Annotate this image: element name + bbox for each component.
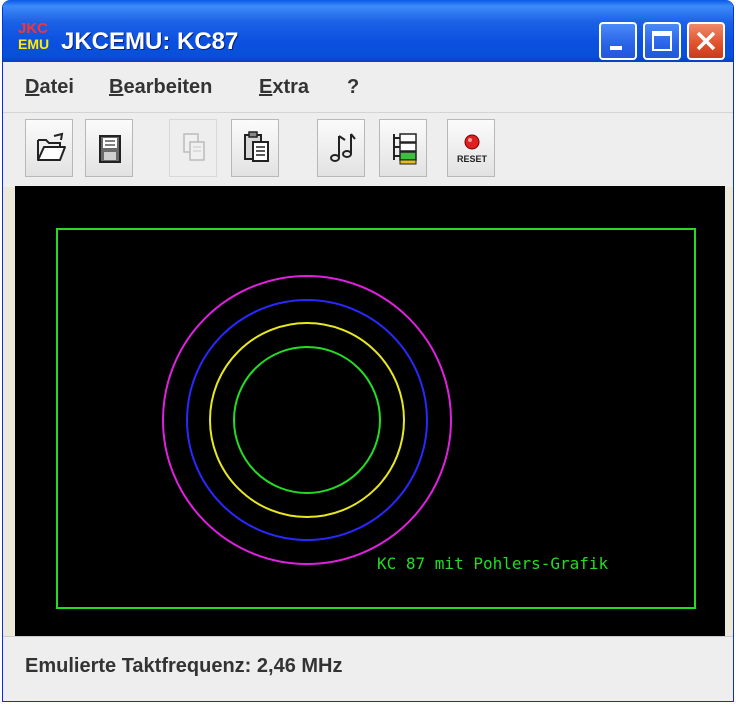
window-title: JKCEMU: KC87 xyxy=(61,28,239,55)
save-disk-icon xyxy=(99,135,121,163)
menu-datei[interactable]: Datei xyxy=(25,76,74,99)
maximize-icon xyxy=(652,31,672,51)
screen-caption: KC 87 mit Pohlers-Grafik xyxy=(377,554,609,573)
close-icon xyxy=(696,31,716,51)
jkcemu-app-icon: JKC EMU xyxy=(17,18,51,52)
minimize-button[interactable] xyxy=(599,22,637,60)
ring-blue xyxy=(186,299,428,541)
music-note-icon xyxy=(330,133,356,162)
menu-extra[interactable]: Extra xyxy=(259,76,309,99)
title-bar[interactable]: JKC EMU JKCEMU: KC87 xyxy=(3,0,733,62)
svg-text:JKC: JKC xyxy=(18,20,48,37)
svg-text:EMU: EMU xyxy=(18,36,49,52)
screen-frame xyxy=(56,228,696,609)
paste-button[interactable] xyxy=(231,119,279,177)
menu-help[interactable]: ? xyxy=(347,76,359,99)
open-folder-icon xyxy=(37,132,66,161)
screen-graphics xyxy=(56,228,696,609)
menu-bearbeiten[interactable]: Bearbeiten xyxy=(109,76,212,99)
audio-button[interactable] xyxy=(317,119,365,177)
minimize-icon xyxy=(610,46,622,50)
maximize-button[interactable] xyxy=(643,22,681,60)
ring-yellow xyxy=(209,322,405,518)
paste-clipboard-icon xyxy=(244,131,269,162)
copy-icon xyxy=(183,133,205,161)
reset-button[interactable]: RESET xyxy=(447,119,495,177)
memory-editor-icon xyxy=(393,133,417,165)
open-button[interactable] xyxy=(25,119,73,177)
toolbar: RESET xyxy=(3,112,733,187)
emulator-window: JKC EMU JKCEMU: KC87 Datei Bearbeiten Ex… xyxy=(2,0,734,702)
emulator-screen[interactable]: KC 87 mit Pohlers-Grafik xyxy=(15,186,725,636)
close-button[interactable] xyxy=(687,22,725,60)
clock-frequency-status: Emulierte Taktfrequenz: 2,46 MHz xyxy=(25,655,343,677)
svg-text:RESET: RESET xyxy=(457,154,488,164)
menu-bar: Datei Bearbeiten Extra ? xyxy=(3,62,733,112)
reset-icon: RESET xyxy=(457,134,488,164)
memory-editor-button[interactable] xyxy=(379,119,427,177)
status-bar: Emulierte Taktfrequenz: 2,46 MHz xyxy=(3,636,733,701)
save-button[interactable] xyxy=(85,119,133,177)
ring-magenta xyxy=(162,275,452,565)
copy-button[interactable] xyxy=(169,119,217,177)
ring-green xyxy=(233,346,381,494)
